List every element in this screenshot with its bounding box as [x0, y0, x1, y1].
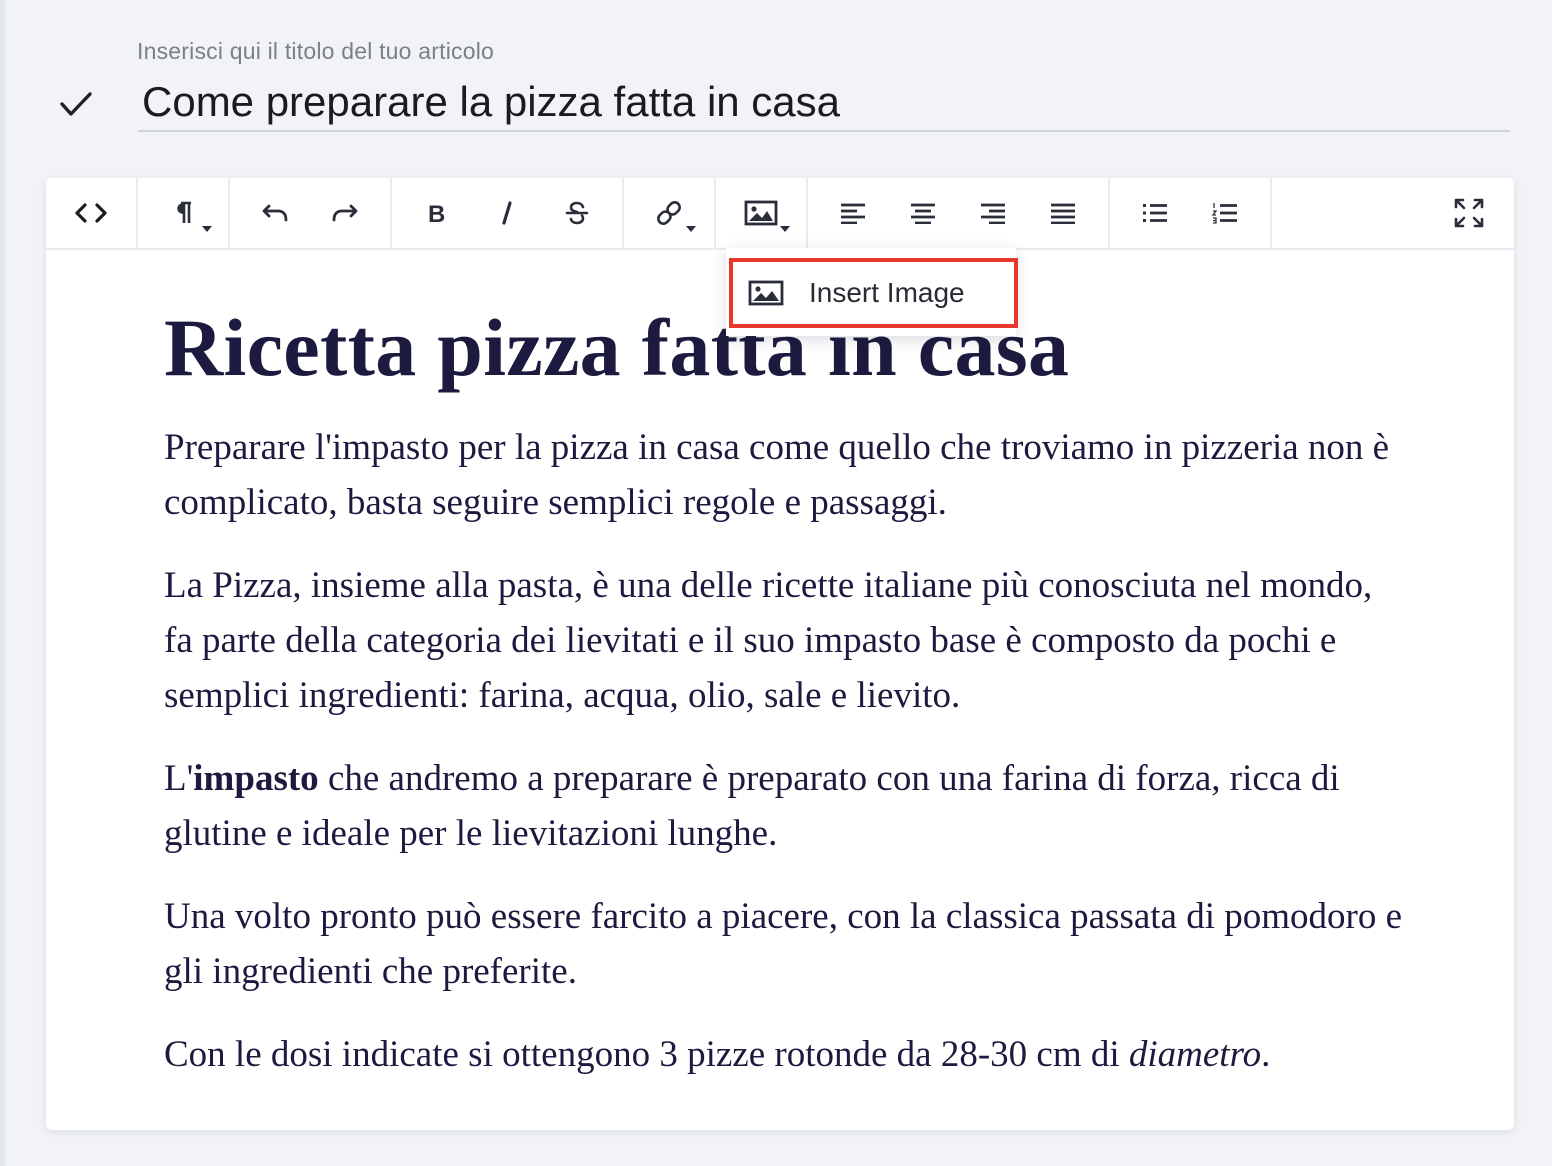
bold-button[interactable]: B [402, 178, 472, 248]
numbered-list-button[interactable] [1190, 178, 1260, 248]
numbered-list-icon [1211, 203, 1237, 224]
title-input[interactable] [138, 74, 1510, 132]
editor-content[interactable]: Ricetta pizza fatta in casa Preparare l'… [164, 298, 1404, 1110]
chevron-down-icon [202, 226, 212, 232]
paragraph-icon [177, 201, 191, 223]
rich-text-editor: B Insert Image Ricetta pizza fatta in ca… [46, 178, 1514, 1130]
align-center-button[interactable] [888, 178, 958, 248]
toolbar-separator [806, 178, 808, 250]
article-paragraph: Con le dosi indicate si ottengono 3 pizz… [164, 1027, 1404, 1082]
toolbar-separator [390, 178, 392, 250]
chevron-down-icon [780, 226, 790, 232]
redo-icon [332, 204, 358, 222]
image-icon [744, 200, 778, 226]
fullscreen-icon [1454, 198, 1484, 228]
check-icon[interactable] [58, 88, 94, 120]
italic-text: diametro [1128, 1034, 1262, 1075]
redo-button[interactable] [310, 178, 380, 248]
toolbar-separator [714, 178, 716, 250]
align-right-button[interactable] [958, 178, 1028, 248]
paragraph-text: L' [164, 758, 194, 799]
title-hint: Inserisci qui il titolo del tuo articolo [137, 38, 494, 64]
image-button[interactable] [726, 178, 796, 248]
toolbar-separator [1108, 178, 1110, 250]
insert-image-menu-item[interactable]: Insert Image [729, 258, 1018, 328]
editor-toolbar: B [46, 178, 1514, 250]
image-icon [748, 280, 784, 306]
code-icon [75, 203, 107, 223]
toolbar-separator [622, 178, 624, 250]
align-center-icon [911, 203, 935, 224]
align-right-icon [981, 203, 1005, 224]
insert-image-label: Insert Image [809, 277, 965, 308]
paragraph-format-button[interactable] [148, 178, 218, 248]
align-left-button[interactable] [818, 178, 888, 248]
fullscreen-button[interactable] [1434, 178, 1504, 248]
italic-button[interactable] [472, 178, 542, 248]
chevron-down-icon [686, 226, 696, 232]
left-edge-divider [0, 0, 5, 1166]
link-icon [657, 201, 681, 225]
bold-icon: B [428, 201, 445, 226]
align-left-icon [841, 203, 865, 224]
toolbar-separator [136, 178, 138, 250]
toolbar-separator [1270, 178, 1272, 250]
title-area: Inserisci qui il titolo del tuo articolo [50, 30, 1510, 140]
bulleted-list-button[interactable] [1120, 178, 1190, 248]
article-paragraph: La Pizza, insieme alla pasta, è una dell… [164, 565, 1373, 716]
undo-button[interactable] [240, 178, 310, 248]
paragraph-text: . [1261, 1034, 1271, 1075]
strikethrough-icon [565, 201, 589, 225]
paragraph-text: Con le dosi indicate si ottengono 3 pizz… [164, 1034, 1129, 1075]
align-justify-icon [1051, 203, 1075, 224]
svg-text:B: B [428, 201, 445, 226]
toolbar-separator [228, 178, 230, 250]
article-paragraph: Preparare l'impasto per la pizza in casa… [164, 427, 1390, 523]
bulleted-list-icon [1143, 204, 1167, 222]
italic-icon [502, 201, 512, 225]
image-dropdown-menu: Insert Image [726, 248, 1018, 336]
align-justify-button[interactable] [1028, 178, 1098, 248]
paragraph-text: che andremo a preparare è preparato con … [164, 758, 1340, 854]
undo-icon [262, 204, 288, 222]
bold-text: impasto [193, 758, 319, 799]
code-view-button[interactable] [56, 178, 126, 248]
strikethrough-button[interactable] [542, 178, 612, 248]
link-button[interactable] [634, 178, 704, 248]
article-paragraph: Una volto pronto può essere farcito a pi… [164, 896, 1403, 992]
article-paragraph: L'impasto che andremo a preparare è prep… [164, 751, 1404, 861]
